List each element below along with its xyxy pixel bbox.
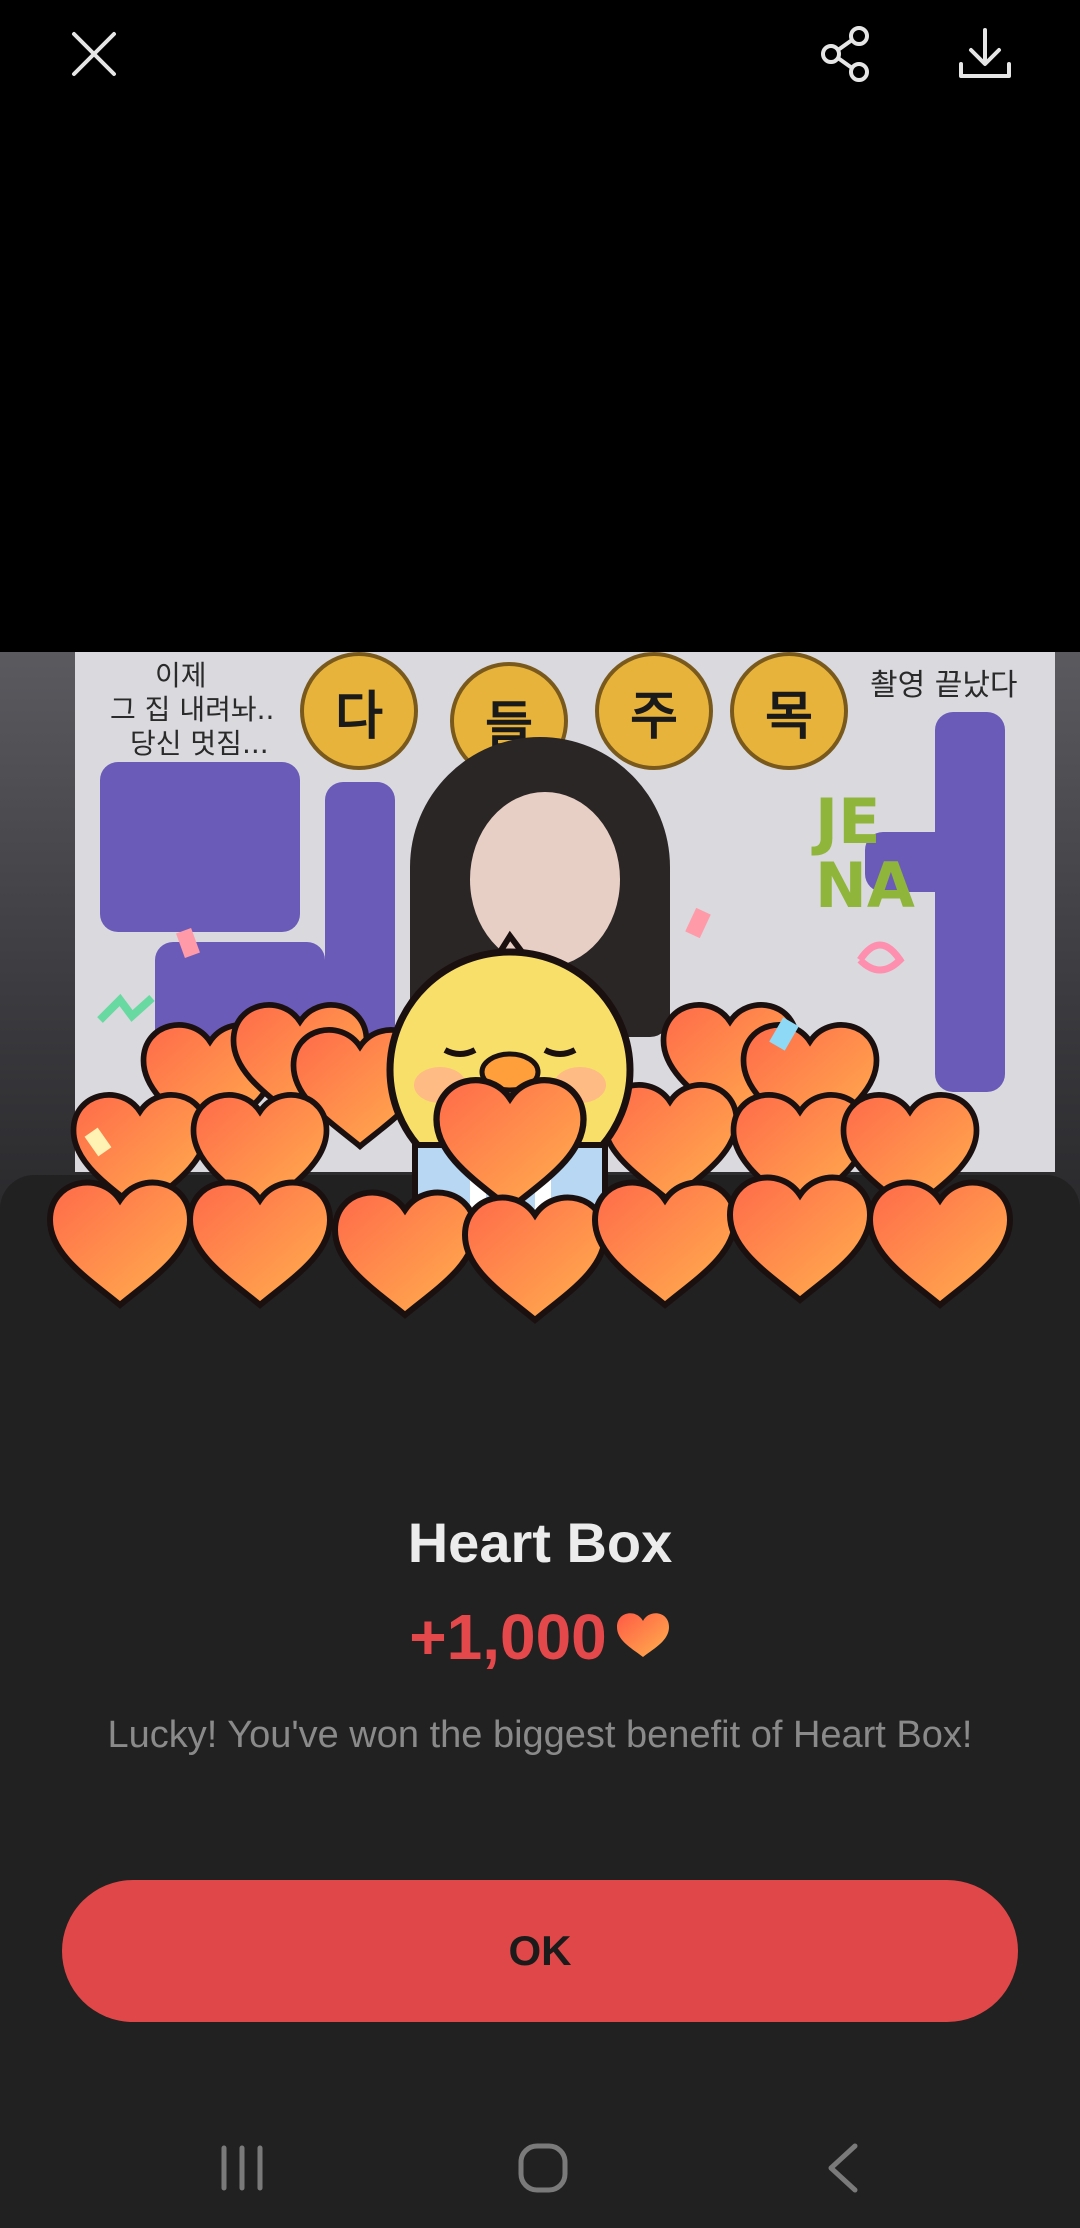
recents-icon[interactable] (212, 2138, 272, 2198)
download-icon[interactable] (953, 22, 1017, 86)
banner-circle-char: 주 (595, 652, 713, 770)
sign-letters: JE NA (815, 785, 915, 922)
reward-amount-row: +1,000 (0, 1600, 1080, 1674)
close-icon[interactable] (62, 22, 126, 86)
top-bar (0, 0, 1080, 110)
reward-amount: +1,000 (409, 1601, 607, 1673)
heart-icon (615, 1600, 671, 1674)
share-icon[interactable] (813, 22, 877, 86)
dialog-title: Heart Box (407, 1511, 673, 1574)
system-nav-bar (0, 2110, 1080, 2228)
home-icon[interactable] (513, 2138, 573, 2198)
ok-button[interactable]: OK (62, 1880, 1018, 2022)
reward-message: Lucky! You've won the biggest benefit of… (107, 1714, 973, 1756)
banner-circle-char: 목 (730, 652, 848, 770)
back-icon[interactable] (815, 2138, 875, 2198)
heart-box-illustration (30, 907, 1050, 1360)
banner-text: 촬영 끝났다 (870, 668, 1018, 703)
banner-circle-char: 다 (300, 652, 418, 770)
banner-text: 당신 멋짐... (130, 727, 269, 760)
